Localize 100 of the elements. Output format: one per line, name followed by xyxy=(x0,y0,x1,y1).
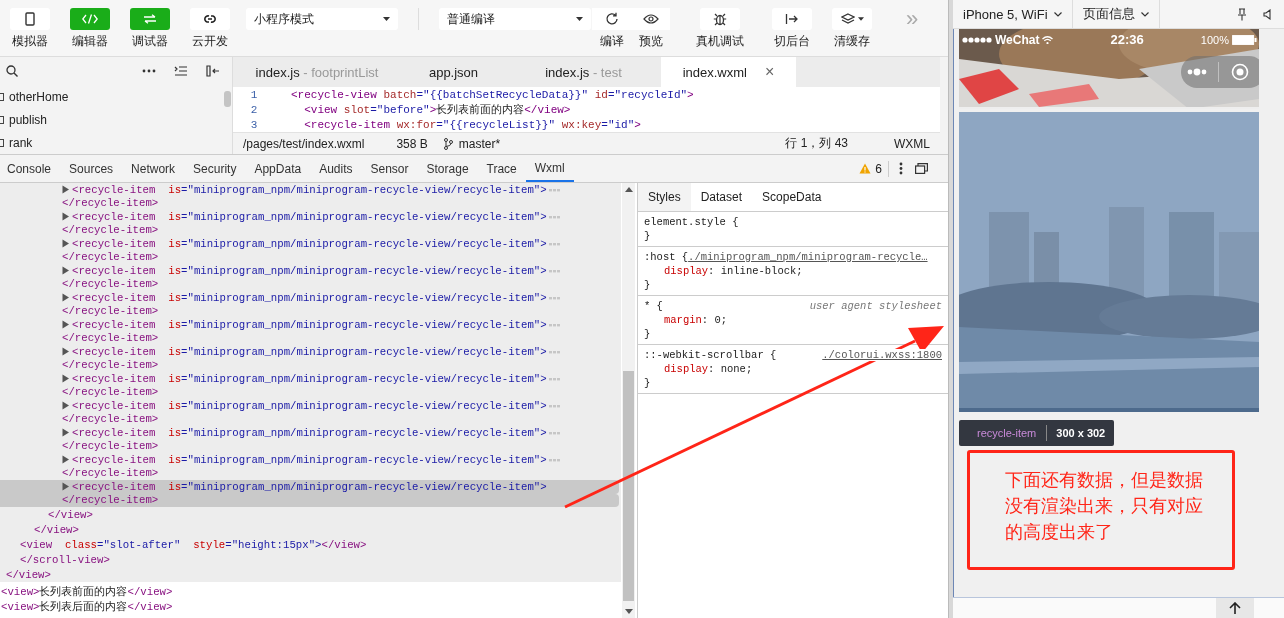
element-line[interactable]: </scroll-view> xyxy=(20,553,110,566)
element-tooltip: recycle-item 300 x 302 xyxy=(959,420,1115,446)
styles-tab[interactable]: Dataset xyxy=(690,183,753,211)
scrollbar-thumb[interactable] xyxy=(224,91,231,107)
expand-triangle-icon[interactable] xyxy=(62,428,70,438)
cloud-button[interactable]: 云开发 xyxy=(180,8,240,50)
expand-triangle-icon[interactable] xyxy=(62,401,70,411)
element-line[interactable]: <recycle-item is="miniprogram_npm/miniprogram-recycle-view/recycle-item"> xyxy=(72,291,547,304)
editor-tab[interactable]: index.js - footprintList xyxy=(233,57,401,87)
compile-select[interactable]: 普通编译 xyxy=(439,8,591,30)
element-line[interactable]: </view> xyxy=(6,568,51,581)
scroll-up-icon[interactable] xyxy=(624,187,633,192)
element-line[interactable]: </recycle-item> xyxy=(62,413,159,426)
element-line[interactable]: <recycle-item is="miniprogram_npm/miniprogram-recycle-view/recycle-item"> xyxy=(72,480,547,493)
element-line[interactable]: <recycle-item is="miniprogram_npm/miniprogram-recycle-view/recycle-item"> xyxy=(72,426,547,439)
element-line[interactable]: <recycle-item is="miniprogram_npm/miniprogram-recycle-view/recycle-item"> xyxy=(72,399,547,412)
expand-triangle-icon[interactable] xyxy=(62,482,70,492)
debugger-button[interactable]: 调试器 xyxy=(120,8,180,50)
expand-triangle-icon[interactable] xyxy=(62,374,70,384)
element-line[interactable]: <view class="slot-after" style="height:15px"></view> xyxy=(20,538,367,551)
element-line[interactable]: </recycle-item> xyxy=(62,305,159,318)
devtools-tab[interactable]: Sensor xyxy=(361,155,418,182)
css-declaration[interactable]: margin: 0; xyxy=(644,314,942,326)
expand-triangle-icon[interactable] xyxy=(62,293,70,303)
element-line[interactable]: <recycle-item is="miniprogram_npm/miniprogram-recycle-view/recycle-item"> xyxy=(72,345,547,358)
device-select[interactable]: iPhone 5, WiFi xyxy=(953,0,1073,28)
styles-tab[interactable]: ScopeData xyxy=(752,183,832,211)
device-debug-button[interactable]: 真机调试 xyxy=(690,8,750,50)
devtools-tab[interactable]: Storage xyxy=(417,155,478,182)
element-line[interactable]: </recycle-item> xyxy=(62,467,159,480)
scroll-top-button[interactable] xyxy=(1216,598,1254,618)
expand-triangle-icon[interactable] xyxy=(62,212,70,222)
simulator-button[interactable]: 模拟器 xyxy=(0,8,60,50)
language-mode[interactable]: WXML xyxy=(894,136,930,151)
element-line[interactable]: <recycle-item is="miniprogram_npm/miniprogram-recycle-view/recycle-item"> xyxy=(72,237,547,250)
devtools-tab[interactable]: Security xyxy=(184,155,246,182)
expand-triangle-icon[interactable] xyxy=(62,347,70,357)
css-declaration[interactable]: display: inline-block; xyxy=(644,265,942,277)
eye-icon xyxy=(642,14,659,24)
clear-cache-button[interactable]: 清缓存 xyxy=(822,8,882,50)
element-line[interactable]: </view> xyxy=(48,508,93,521)
element-line[interactable]: </recycle-item> xyxy=(62,359,159,372)
kebab-menu-icon[interactable] xyxy=(899,162,903,175)
speaker-icon[interactable] xyxy=(1263,8,1272,20)
editor-tab[interactable]: index.wxml × xyxy=(661,57,796,87)
dock-icon[interactable] xyxy=(915,163,928,174)
background-button[interactable]: 切后台 xyxy=(762,8,822,50)
collapse-panel-icon[interactable] xyxy=(206,65,220,77)
element-line[interactable]: </recycle-item> xyxy=(62,440,159,453)
css-selector: :host { xyxy=(644,251,689,263)
element-line[interactable]: </recycle-item> xyxy=(62,278,159,291)
element-line[interactable]: <recycle-item is="miniprogram_npm/miniprogram-recycle-view/recycle-item"> xyxy=(72,183,547,196)
pin-icon[interactable] xyxy=(1237,7,1247,21)
git-branch[interactable]: master* xyxy=(458,136,501,151)
warning-count[interactable]: 6 xyxy=(875,161,882,176)
search-icon[interactable] xyxy=(6,65,18,77)
page-info-select[interactable]: 页面信息 xyxy=(1072,0,1160,28)
scroll-down-icon[interactable] xyxy=(624,609,633,614)
element-line[interactable]: </recycle-item> xyxy=(62,251,159,264)
expand-triangle-icon[interactable] xyxy=(62,455,70,465)
element-line[interactable]: </recycle-item> xyxy=(62,332,159,345)
expand-triangle-icon[interactable] xyxy=(62,266,70,276)
devtools-tab[interactable]: Sources xyxy=(60,155,123,182)
line-number: 2 xyxy=(249,103,259,116)
styles-tab[interactable]: Styles xyxy=(638,183,691,211)
file-tree-item[interactable]: publish xyxy=(0,108,232,131)
expand-triangle-icon[interactable] xyxy=(62,185,70,195)
close-circle-icon[interactable] xyxy=(1231,63,1250,81)
element-line[interactable]: </view> xyxy=(34,523,79,536)
mode-select[interactable]: 小程序模式 xyxy=(246,8,398,30)
devtools-tab[interactable]: Trace xyxy=(477,155,526,182)
editor-button[interactable]: 编辑器 xyxy=(60,8,120,50)
close-tab-button[interactable]: × xyxy=(764,63,775,81)
more-dots-icon[interactable] xyxy=(1186,68,1207,76)
expand-triangle-icon[interactable] xyxy=(62,239,70,249)
editor-tab[interactable]: index.js - test xyxy=(506,57,661,87)
scrollbar-thumb[interactable] xyxy=(623,370,634,601)
file-tree-item[interactable]: otherHome xyxy=(0,85,232,108)
element-line[interactable]: <recycle-item is="miniprogram_npm/miniprogram-recycle-view/recycle-item"> xyxy=(72,264,547,277)
source-link[interactable]: ./colorui.wxss:1800 xyxy=(822,349,942,361)
more-icon[interactable] xyxy=(142,69,156,73)
capsule-menu[interactable] xyxy=(1181,56,1259,88)
element-line[interactable]: <recycle-item is="miniprogram_npm/miniprogram-recycle-view/recycle-item"> xyxy=(72,372,547,385)
element-line[interactable]: </recycle-item> xyxy=(62,494,159,507)
element-line[interactable]: </recycle-item> xyxy=(62,224,159,237)
code-line: <recycle-view batch="{{batchSetRecycleData}}" id="recycleId"> xyxy=(291,88,694,101)
outdent-icon[interactable] xyxy=(174,66,188,76)
devtools-tab[interactable]: Console xyxy=(0,155,61,182)
element-line[interactable]: <recycle-item is="miniprogram_npm/miniprogram-recycle-view/recycle-item"> xyxy=(72,210,547,223)
devtools-tab[interactable]: AppData xyxy=(245,155,311,182)
editor-tab[interactable]: app.json xyxy=(401,57,506,87)
element-line[interactable]: <recycle-item is="miniprogram_npm/miniprogram-recycle-view/recycle-item"> xyxy=(72,453,547,466)
css-declaration[interactable]: display: none; xyxy=(644,363,942,375)
devtools-tab[interactable]: Network xyxy=(122,155,185,182)
expand-triangle-icon[interactable] xyxy=(62,320,70,330)
devtools-tab[interactable]: Audits xyxy=(310,155,362,182)
element-line[interactable]: </recycle-item> xyxy=(62,197,159,210)
element-line[interactable]: </recycle-item> xyxy=(62,386,159,399)
element-line[interactable]: <recycle-item is="miniprogram_npm/miniprogram-recycle-view/recycle-item"> xyxy=(72,318,547,331)
file-tree-item[interactable]: rank xyxy=(0,131,232,154)
